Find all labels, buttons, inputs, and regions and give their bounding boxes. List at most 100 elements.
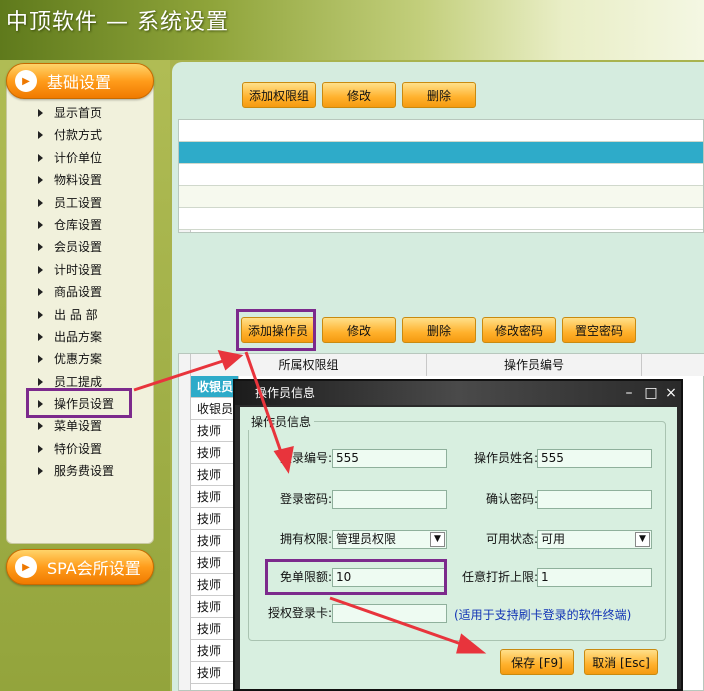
operator-name-field[interactable]: 555 — [537, 449, 652, 468]
basic-settings-label: 基础设置 — [47, 73, 112, 92]
spa-settings-label: SPA会所设置 — [47, 559, 141, 578]
arrow-right-icon — [38, 377, 43, 386]
sidebar-item[interactable]: 付款方式 — [30, 124, 150, 146]
table-cell[interactable]: 技师 — [191, 508, 239, 530]
table-cell[interactable]: 收银员 — [191, 398, 239, 420]
chevron-down-icon[interactable]: ▼ — [430, 532, 445, 547]
add-group-button[interactable]: 添加权限组 — [242, 82, 316, 108]
table-row[interactable] — [179, 164, 703, 186]
sidebar-item[interactable]: 会员设置 — [30, 236, 150, 258]
group-legend: 操作员信息 — [248, 413, 315, 430]
arrow-right-icon — [38, 131, 43, 140]
sidebar-item[interactable]: 特价设置 — [30, 438, 150, 460]
operator-name-label: 操作员姓名: — [473, 451, 538, 465]
arrow-right-icon — [38, 422, 43, 431]
permission-value: 管理员权限 — [336, 532, 397, 546]
arrow-right-icon — [38, 220, 43, 229]
arrow-right-icon — [38, 355, 43, 364]
table-cell[interactable]: 技师 — [191, 486, 239, 508]
password-field[interactable] — [332, 490, 447, 509]
sidebar-item-label: 会员设置 — [54, 240, 103, 255]
login-no-field[interactable]: 555 — [332, 449, 447, 468]
clear-password-button[interactable]: 置空密码 — [562, 317, 636, 343]
table-row[interactable] — [179, 186, 703, 208]
sidebar-item[interactable]: 计时设置 — [30, 259, 150, 281]
maximize-icon[interactable]: □ — [643, 385, 659, 401]
discount-limit-field[interactable]: 1 — [537, 568, 652, 587]
app-title: 中顶软件 — 系统设置 — [6, 10, 229, 35]
table-cell[interactable]: 技师 — [191, 552, 239, 574]
dialog-title: 操作员信息 — [235, 381, 681, 405]
login-no-label: 登录编号: — [279, 451, 332, 465]
group-grid[interactable] — [178, 119, 704, 233]
table-cell[interactable]: 技师 — [191, 530, 239, 552]
sidebar-item-label: 计价单位 — [54, 150, 103, 165]
arrow-right-icon — [38, 467, 43, 476]
change-password-button[interactable]: 修改密码 — [482, 317, 556, 343]
dialog-body: 操作员信息 登录编号: 555 操作员姓名: 555 登录密码: 确认密码: 拥… — [240, 407, 677, 689]
table-row[interactable] — [179, 208, 703, 230]
table-cell[interactable]: 收银员 — [191, 376, 239, 398]
sidebar-item[interactable]: 商品设置 — [30, 281, 150, 303]
sidebar-item[interactable]: 物料设置 — [30, 169, 150, 191]
password-label: 登录密码: — [279, 492, 332, 506]
table-cell[interactable]: 技师 — [191, 464, 239, 486]
table-cell[interactable]: 技师 — [191, 420, 239, 442]
table-row[interactable] — [179, 120, 703, 142]
sidebar-item-label: 菜单设置 — [54, 419, 103, 434]
close-icon[interactable]: × — [663, 385, 679, 401]
save-button[interactable]: 保存 [F9] — [500, 649, 574, 675]
table-cell[interactable]: 技师 — [191, 618, 239, 640]
sidebar-item-label: 服务费设置 — [54, 464, 115, 479]
confirm-password-field[interactable] — [537, 490, 652, 509]
sidebar-item-label: 付款方式 — [54, 128, 103, 143]
sidebar-item-label: 优惠方案 — [54, 352, 103, 367]
table-cell[interactable]: 技师 — [191, 574, 239, 596]
arrow-right-icon — [38, 332, 43, 341]
sidebar-item[interactable]: 员工设置 — [30, 192, 150, 214]
spa-settings-button[interactable]: ▶ SPA会所设置 — [6, 549, 154, 585]
arrow-right-icon — [38, 243, 43, 252]
minimize-icon[interactable]: – — [621, 385, 637, 401]
chevron-down-icon[interactable]: ▼ — [635, 532, 650, 547]
sidebar-item[interactable]: 菜单设置 — [30, 415, 150, 437]
edit-operator-button[interactable]: 修改 — [322, 317, 396, 343]
status-value: 可用 — [541, 532, 566, 546]
status-label: 可用状态: — [485, 532, 538, 546]
table-cell[interactable]: 技师 — [191, 442, 239, 464]
sidebar-item[interactable]: 仓库设置 — [30, 214, 150, 236]
sidebar-item[interactable]: 计价单位 — [30, 147, 150, 169]
sidebar-item[interactable]: 出品方案 — [30, 326, 150, 348]
operator-dialog: 操作员信息 – □ × 操作员信息 登录编号: 555 操作员姓名: 555 登… — [233, 379, 683, 691]
sidebar-item[interactable]: 显示首页 — [30, 102, 150, 124]
arrow-right-icon — [38, 444, 43, 453]
table-cell[interactable]: 技师 — [191, 662, 239, 684]
delete-group-button[interactable]: 删除 — [402, 82, 476, 108]
sidebar-item[interactable]: 服务费设置 — [30, 460, 150, 482]
column-header-group[interactable]: 所属权限组 — [191, 354, 427, 376]
column-header-empty — [642, 354, 704, 376]
table-cell[interactable]: 技师 — [191, 640, 239, 662]
edit-group-button[interactable]: 修改 — [322, 82, 396, 108]
sidebar-item[interactable]: 出 品 部 — [30, 304, 150, 326]
permission-select[interactable]: 管理员权限 ▼ — [332, 530, 447, 549]
grid-gutter — [179, 354, 191, 690]
arrow-right-icon — [38, 176, 43, 185]
sidebar-item-label: 出 品 部 — [54, 307, 98, 322]
auth-card-field[interactable] — [332, 604, 447, 623]
sidebar-item-label: 特价设置 — [54, 441, 103, 456]
arrow-right-icon — [38, 198, 43, 207]
arrow-right-icon — [38, 288, 43, 297]
cancel-button[interactable]: 取消 [Esc] — [584, 649, 658, 675]
status-select[interactable]: 可用 ▼ — [537, 530, 652, 549]
table-cell[interactable]: 技师 — [191, 596, 239, 618]
table-row-selected[interactable] — [179, 142, 703, 164]
sidebar-item-label: 出品方案 — [54, 329, 103, 344]
column-header-operator-no[interactable]: 操作员编号 — [427, 354, 642, 376]
sidebar-item[interactable]: 优惠方案 — [30, 348, 150, 370]
sidebar-item-label: 员工提成 — [54, 374, 103, 389]
delete-operator-button[interactable]: 删除 — [402, 317, 476, 343]
arrow-right-icon — [38, 153, 43, 162]
basic-settings-button[interactable]: ▶ 基础设置 — [6, 63, 154, 99]
arrow-right-icon — [38, 310, 43, 319]
